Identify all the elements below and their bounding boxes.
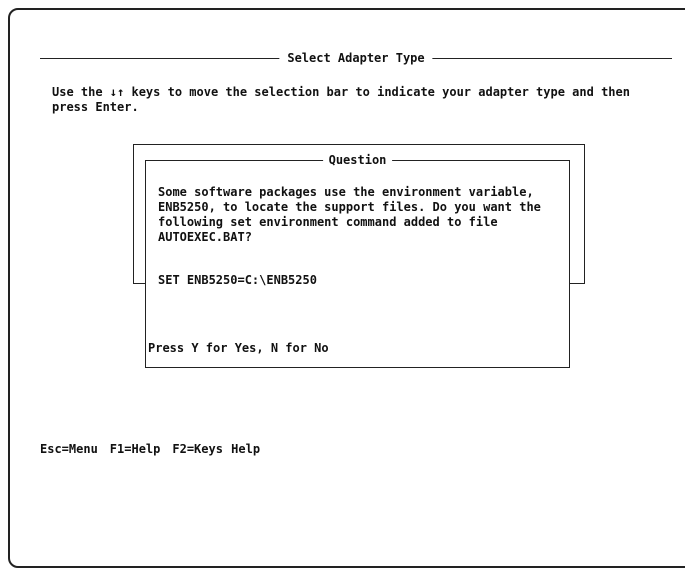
f1-help-key[interactable]: F1=Help <box>110 442 161 456</box>
panel-title: Select Adapter Type <box>279 48 433 68</box>
question-dialog: Question Some software packages use the … <box>145 152 570 368</box>
yes-no-prompt[interactable]: Press Y for Yes, N for No <box>148 341 329 355</box>
dialog-message: Some software packages use the environme… <box>158 185 541 244</box>
f2-keys-help-key[interactable]: F2=Keys Help <box>172 442 260 456</box>
instructions-text: Use the ↓↑ keys to move the selection ba… <box>52 85 630 114</box>
esc-menu-key[interactable]: Esc=Menu <box>40 442 98 456</box>
dialog-title: Question <box>322 152 393 168</box>
function-key-bar: Esc=Menu F1=Help F2=Keys Help <box>40 442 272 456</box>
set-command-text: SET ENB5250=C:\ENB5250 <box>158 273 317 287</box>
